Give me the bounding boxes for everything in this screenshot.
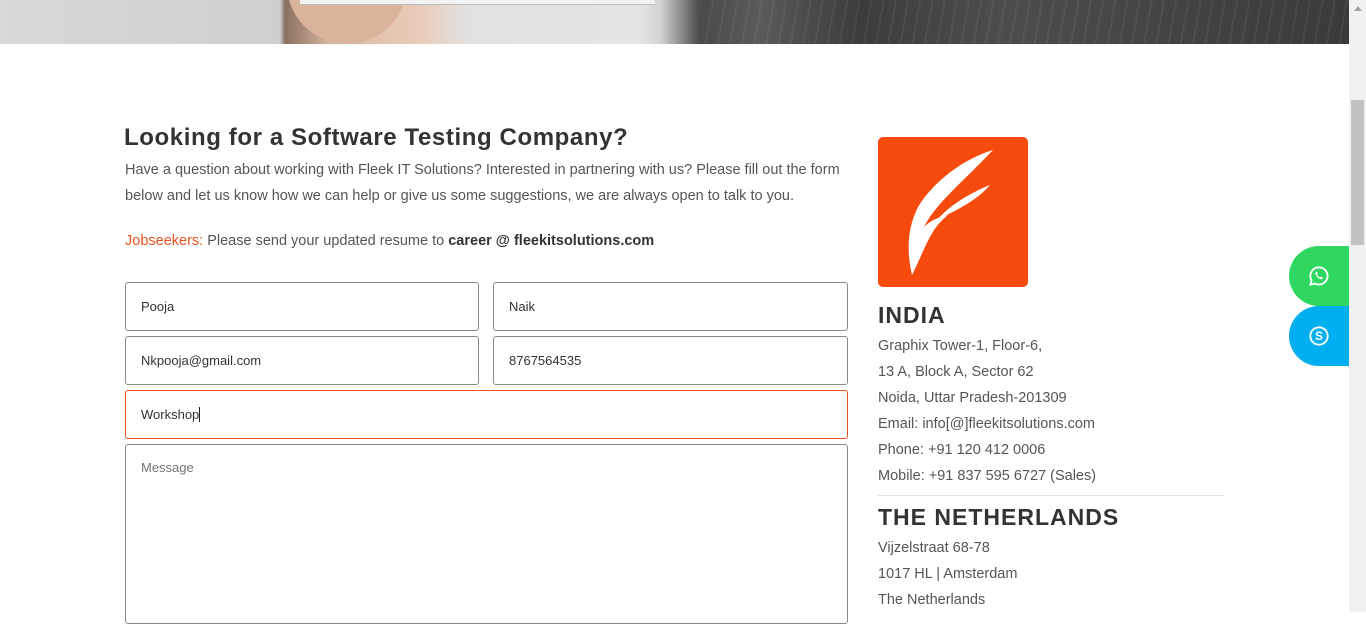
office-email[interactable]: Email: info[@]fleekitsolutions.com bbox=[878, 411, 1096, 437]
jobseekers-label: Jobseekers: bbox=[125, 233, 204, 249]
business-card bbox=[300, 0, 655, 5]
whatsapp-icon bbox=[1309, 266, 1329, 287]
skype-button[interactable]: S bbox=[1289, 306, 1349, 366]
office-line: 13 A, Block A, Sector 62 bbox=[878, 364, 1034, 380]
office-line: Vijzelstraat 68-78 bbox=[878, 540, 990, 556]
message-textarea[interactable] bbox=[125, 444, 848, 624]
fleek-logo bbox=[878, 137, 1028, 287]
hand-thumb bbox=[287, 0, 407, 44]
subject-input[interactable]: Workshop bbox=[125, 390, 848, 439]
subject-value: Workshop bbox=[141, 407, 200, 422]
whatsapp-button[interactable] bbox=[1289, 246, 1349, 306]
office-line: Noida, Uttar Pradesh-201309 bbox=[878, 390, 1067, 406]
last-name-input[interactable] bbox=[493, 282, 848, 331]
office-divider bbox=[878, 495, 1224, 496]
scroll-thumb[interactable] bbox=[1351, 100, 1364, 245]
scroll-up-arrow-icon[interactable] bbox=[1349, 0, 1366, 17]
office-line: Graphix Tower-1, Floor-6, bbox=[878, 338, 1043, 354]
office-phone[interactable]: Phone: +91 120 412 0006 bbox=[878, 437, 1096, 463]
page-scrollbar[interactable] bbox=[1349, 0, 1366, 612]
office-address-netherlands: Vijzelstraat 68-78 1017 HL | Amsterdam T… bbox=[878, 535, 1017, 613]
fleek-f-icon bbox=[908, 150, 993, 275]
email-input[interactable] bbox=[125, 336, 479, 385]
first-name-input[interactable] bbox=[125, 282, 479, 331]
hero-image bbox=[0, 0, 1349, 44]
phone-input[interactable] bbox=[493, 336, 848, 385]
office-line: The Netherlands bbox=[878, 592, 986, 608]
office-title-india: INDIA bbox=[878, 302, 946, 328]
office-line: 1017 HL | Amsterdam bbox=[878, 566, 1018, 582]
skype-icon: S bbox=[1309, 326, 1329, 346]
office-mobile[interactable]: Mobile: +91 837 595 6727 (Sales) bbox=[878, 463, 1096, 489]
svg-text:S: S bbox=[1315, 329, 1323, 343]
contact-intro: Have a question about working with Fleek… bbox=[125, 162, 840, 204]
text-caret bbox=[199, 407, 201, 422]
career-email: career @ fleekitsolutions.com bbox=[448, 233, 655, 249]
jobseekers-note: Jobseekers: Please send your updated res… bbox=[125, 233, 654, 249]
jobseekers-text: Please send your updated resume to bbox=[203, 233, 449, 249]
office-address-india: Graphix Tower-1, Floor-6, 13 A, Block A,… bbox=[878, 333, 1096, 489]
contact-heading: Looking for a Software Testing Company? bbox=[124, 124, 629, 151]
suit-texture bbox=[700, 0, 1349, 44]
office-title-netherlands: THE NETHERLANDS bbox=[878, 504, 1120, 530]
